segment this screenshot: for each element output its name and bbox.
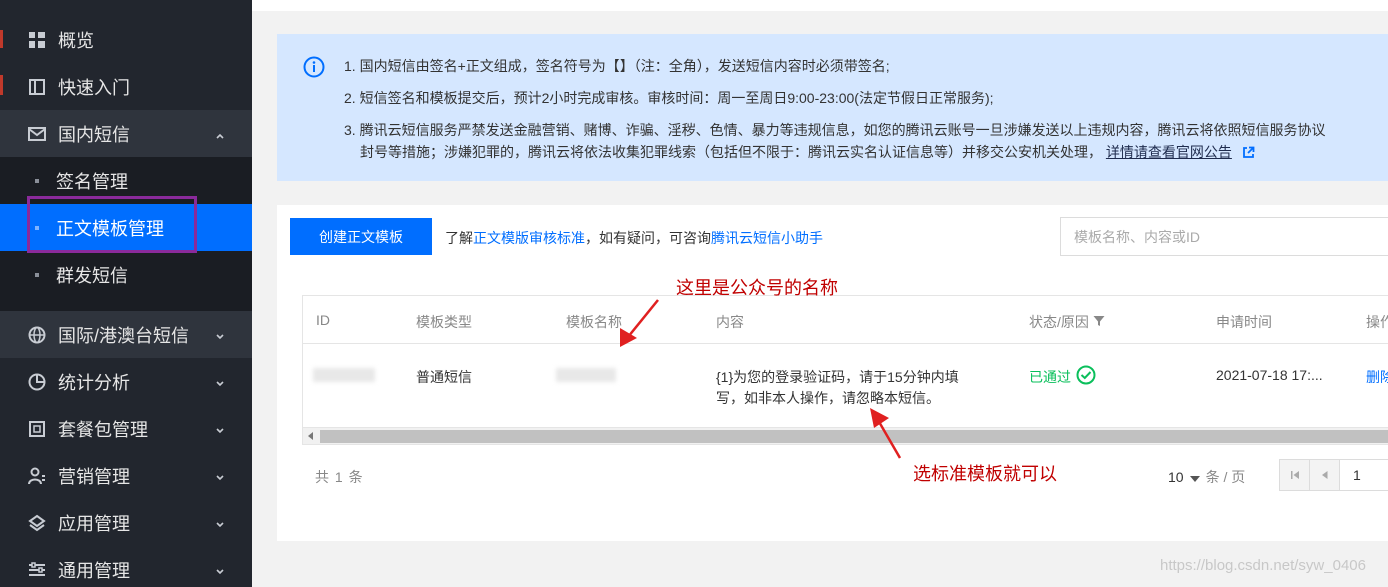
annotation-template-note: 选标准模板就可以 [913,464,1057,484]
annotation-name-note: 这里是公众号的名称 [676,278,838,298]
watermark: https://blog.csdn.net/syw_0406 [1160,557,1366,574]
